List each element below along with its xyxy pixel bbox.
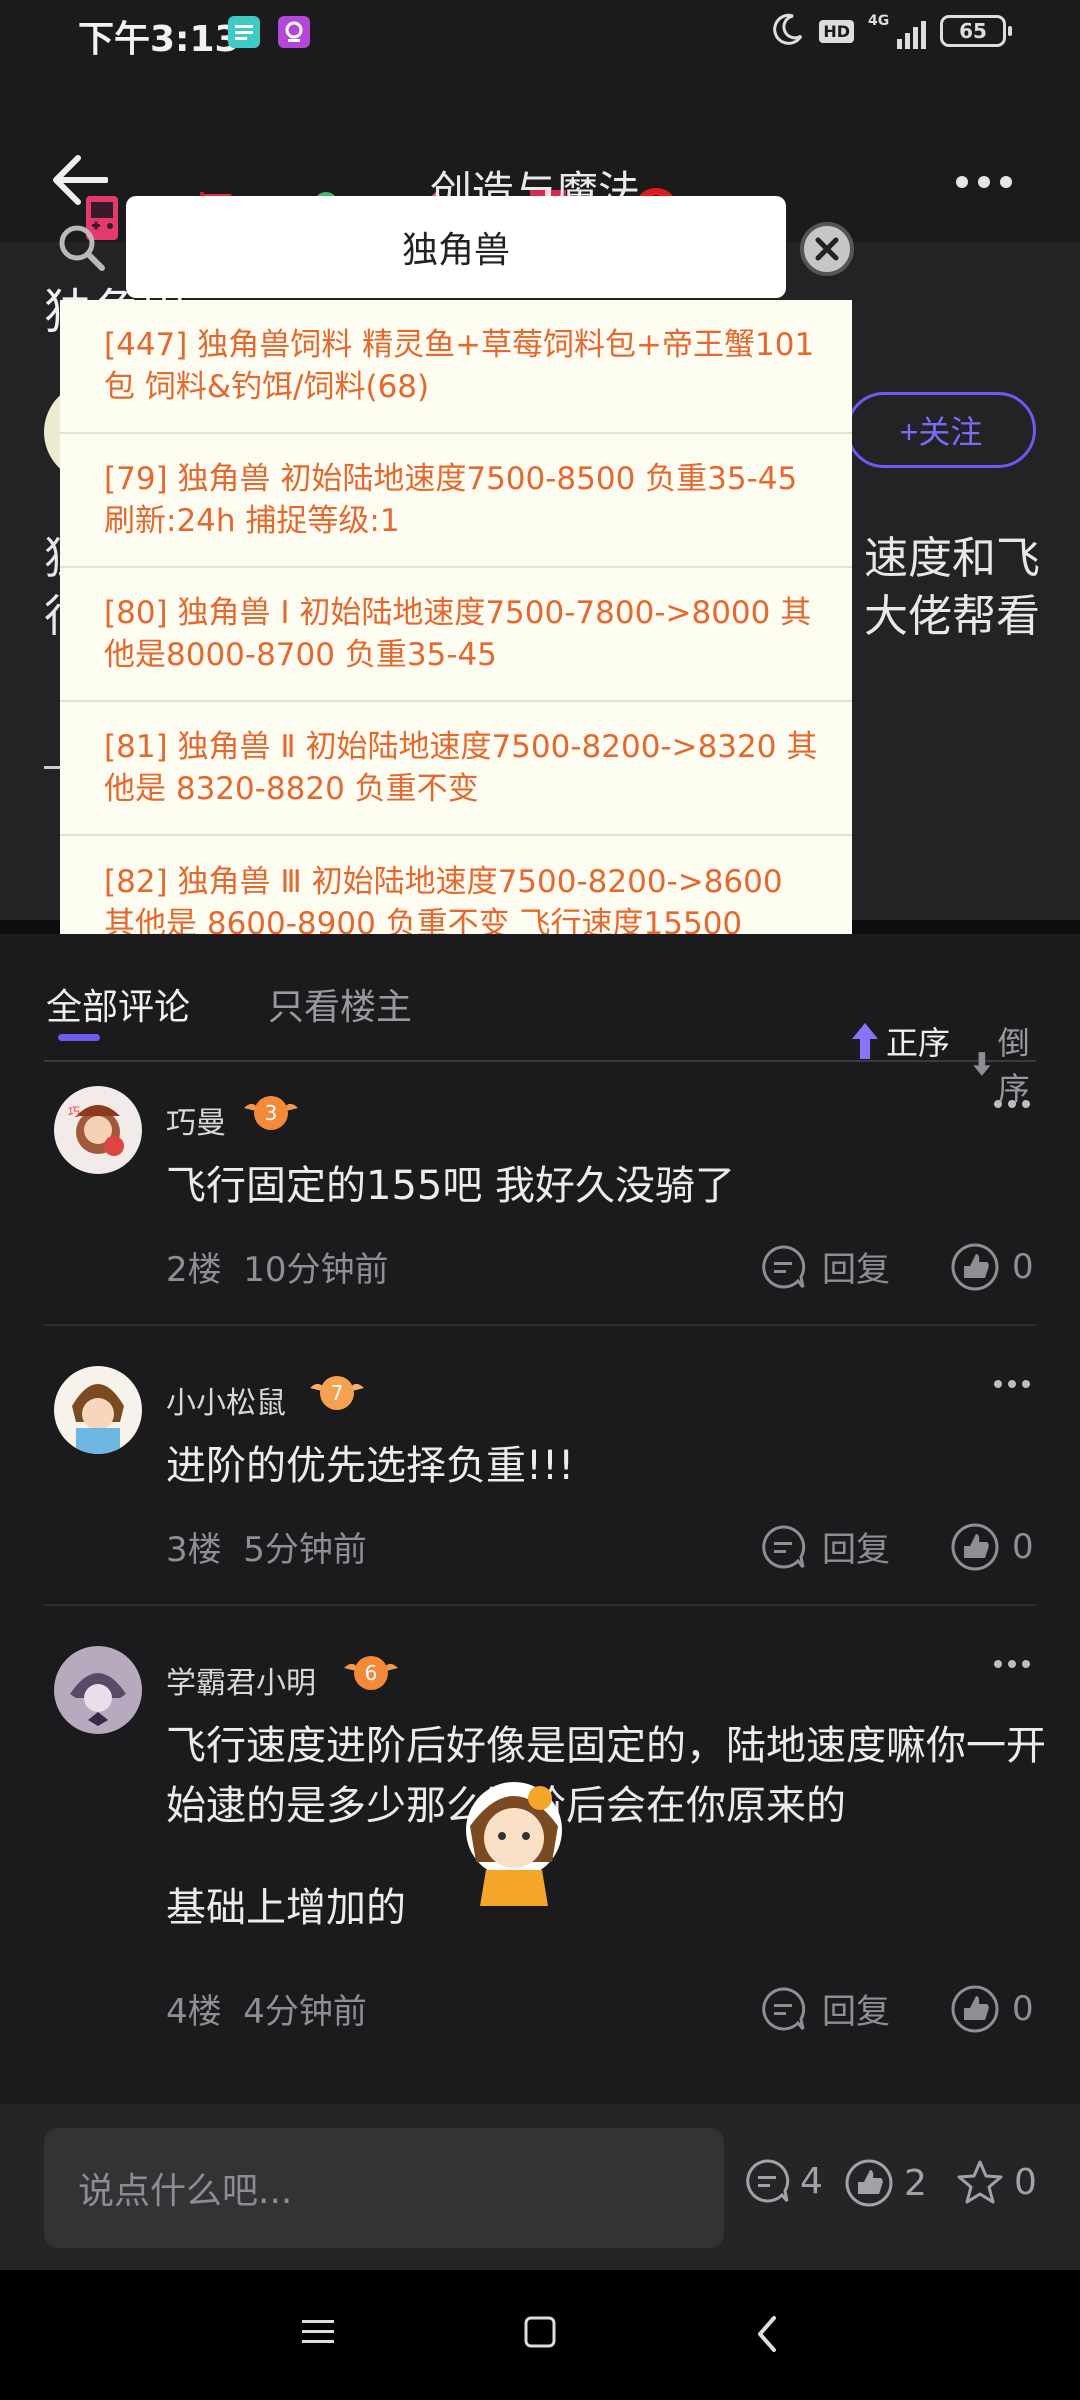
more-options-button[interactable] — [956, 176, 1012, 188]
tab-all-comments[interactable]: 全部评论 — [46, 978, 190, 1030]
comment-more-button[interactable] — [994, 1660, 1030, 1668]
suggestion-item[interactable]: [447] 独角兽饲料 精灵鱼+草莓饲料包+帝王蟹101包 饲料&钓饵/饲料(6… — [60, 300, 852, 434]
like-count: 0 — [1012, 1247, 1034, 1287]
level-number: 3 — [265, 1101, 278, 1125]
favorite-button[interactable]: 0 — [956, 2158, 1037, 2206]
suggestion-item[interactable]: [79] 独角兽 初始陆地速度7500-8500 负重35-45 刷新:24h … — [60, 434, 852, 568]
comment-author[interactable]: 巧曼 — [166, 1098, 226, 1142]
sort-ascending-button[interactable]: 正序 — [850, 1018, 950, 1064]
comment-input[interactable]: 说点什么吧... — [44, 2128, 724, 2248]
avatar[interactable] — [54, 1646, 142, 1734]
like-count: 0 — [1012, 1527, 1034, 1567]
follow-button[interactable]: +关注 — [846, 392, 1036, 468]
thumbs-up-icon — [845, 2159, 893, 2207]
close-icon — [815, 237, 839, 261]
app-notification-icon — [278, 16, 310, 48]
comment-time: 5分钟前 — [243, 1530, 367, 1570]
like-button[interactable]: 0 — [950, 1522, 1034, 1572]
comment-meta: 3楼 5分钟前 — [166, 1522, 367, 1571]
signal-icon: 4G — [868, 13, 926, 49]
suggestion-item[interactable]: [81] 独角兽 Ⅱ 初始陆地速度7500-8200->8320 其他是 832… — [60, 702, 852, 836]
status-indicators: HD 4G 65 — [771, 12, 1012, 50]
thumbs-up-icon — [951, 1985, 999, 2033]
like-post-button[interactable]: 2 — [844, 2158, 927, 2208]
comment-text: 进阶的优先选择负重!!! — [166, 1443, 575, 1489]
reply-button[interactable]: 回复 — [760, 1522, 890, 1571]
network-type: 4G — [868, 13, 890, 29]
level-number: 7 — [331, 1381, 344, 1405]
comment-meta: 2楼 10分钟前 — [166, 1242, 389, 1291]
sticker-image — [444, 1766, 584, 1916]
comment-count: 4 — [800, 2160, 823, 2202]
status-bar: 下午3:13 HD 4G 65 — [0, 0, 1080, 66]
level-badge: 6 — [342, 1650, 400, 1696]
comment-author[interactable]: 小小松鼠 — [166, 1378, 286, 1422]
comment-bubble-icon — [762, 1986, 806, 2030]
comment-time: 10分钟前 — [243, 1250, 389, 1290]
article-text-fragment: 大佬帮看 — [864, 591, 1040, 642]
system-nav-bar — [0, 2270, 1080, 2400]
comment-time: 4分钟前 — [243, 1992, 367, 2032]
battery-level: 65 — [959, 19, 987, 43]
tab-indicator — [58, 1034, 100, 1041]
like-count: 2 — [904, 2162, 927, 2204]
search-input[interactable]: 独角兽 — [126, 196, 786, 298]
comment-bubble-icon — [762, 1524, 806, 1568]
floor-number: 3楼 — [166, 1530, 222, 1570]
search-suggestions: [447] 独角兽饲料 精灵鱼+草莓饲料包+帝王蟹101包 饲料&钓饵/饲料(6… — [60, 300, 852, 968]
arrow-up-icon — [852, 1023, 878, 1059]
search-icon — [56, 222, 108, 278]
like-count: 0 — [1012, 1989, 1034, 2029]
arrow-left-icon — [53, 155, 109, 205]
comments-section: 全部评论 只看楼主 正序 倒序 巧 巧曼 3 飞行固定的155吧 我好久没骑了 … — [0, 934, 1080, 2104]
comment-count-button[interactable]: 4 — [744, 2158, 823, 2204]
thumbs-up-icon — [951, 1243, 999, 1291]
comment-meta: 4楼 4分钟前 — [166, 1984, 367, 2033]
star-icon — [957, 2160, 1003, 2204]
comment-item: 学霸君小明 6 飞行速度进阶后好像是固定的，陆地速度嘛你一开始逮的是多少那么进阶… — [0, 1646, 1080, 2106]
comment-author[interactable]: 学霸君小明 — [166, 1658, 316, 1702]
status-time: 下午3:13 — [78, 19, 240, 60]
reply-button[interactable]: 回复 — [760, 1242, 890, 1291]
comment-divider — [44, 1604, 1036, 1606]
floor-number: 2楼 — [166, 1250, 222, 1290]
battery-icon: 65 — [940, 15, 1012, 47]
bottom-input-bar: 说点什么吧... 4 2 0 — [0, 2104, 1080, 2270]
comment-text-continued: 基础上增加的 — [166, 1885, 406, 1931]
like-button[interactable]: 0 — [950, 1984, 1034, 2034]
clear-search-button[interactable] — [800, 222, 854, 276]
comment-text: 飞行速度进阶后好像是固定的，陆地速度嘛你一开始逮的是多少那么进阶后会在你原来的 — [166, 1723, 1046, 1829]
arrow-down-icon — [973, 1052, 991, 1076]
comment-bubble-icon — [746, 2159, 790, 2203]
message-notification-icon — [228, 16, 260, 48]
suggestion-item[interactable]: [80] 独角兽 Ⅰ 初始陆地速度7500-7800->8000 其他是8000… — [60, 568, 852, 702]
comment-more-button[interactable] — [994, 1100, 1030, 1108]
comment-text: 飞行固定的155吧 我好久没骑了 — [166, 1163, 736, 1209]
comment-tabs: 全部评论 只看楼主 正序 倒序 — [44, 978, 1036, 1108]
thumbs-up-icon — [951, 1523, 999, 1571]
comment-more-button[interactable] — [994, 1380, 1030, 1388]
floor-number: 4楼 — [166, 1992, 222, 2032]
comment-divider — [44, 1324, 1036, 1326]
article-text-fragment: 速度和飞 — [864, 533, 1040, 584]
menu-icon[interactable] — [300, 2314, 336, 2354]
svg-text:巧: 巧 — [68, 1105, 80, 1119]
hd-badge: HD — [819, 19, 854, 43]
level-number: 6 — [365, 1661, 378, 1685]
comment-bubble-icon — [762, 1244, 806, 1288]
avatar[interactable]: 巧 — [54, 1086, 142, 1174]
level-badge: 3 — [242, 1090, 300, 1136]
star-count: 0 — [1014, 2161, 1037, 2203]
level-badge: 7 — [308, 1370, 366, 1416]
moon-icon — [771, 12, 805, 50]
reply-button[interactable]: 回复 — [760, 1984, 890, 2033]
back-button[interactable] — [48, 154, 109, 210]
home-icon[interactable] — [522, 2314, 558, 2354]
like-button[interactable]: 0 — [950, 1242, 1034, 1292]
tab-owner-only[interactable]: 只看楼主 — [268, 978, 412, 1030]
back-nav-icon[interactable] — [752, 2314, 782, 2358]
avatar[interactable] — [54, 1366, 142, 1454]
